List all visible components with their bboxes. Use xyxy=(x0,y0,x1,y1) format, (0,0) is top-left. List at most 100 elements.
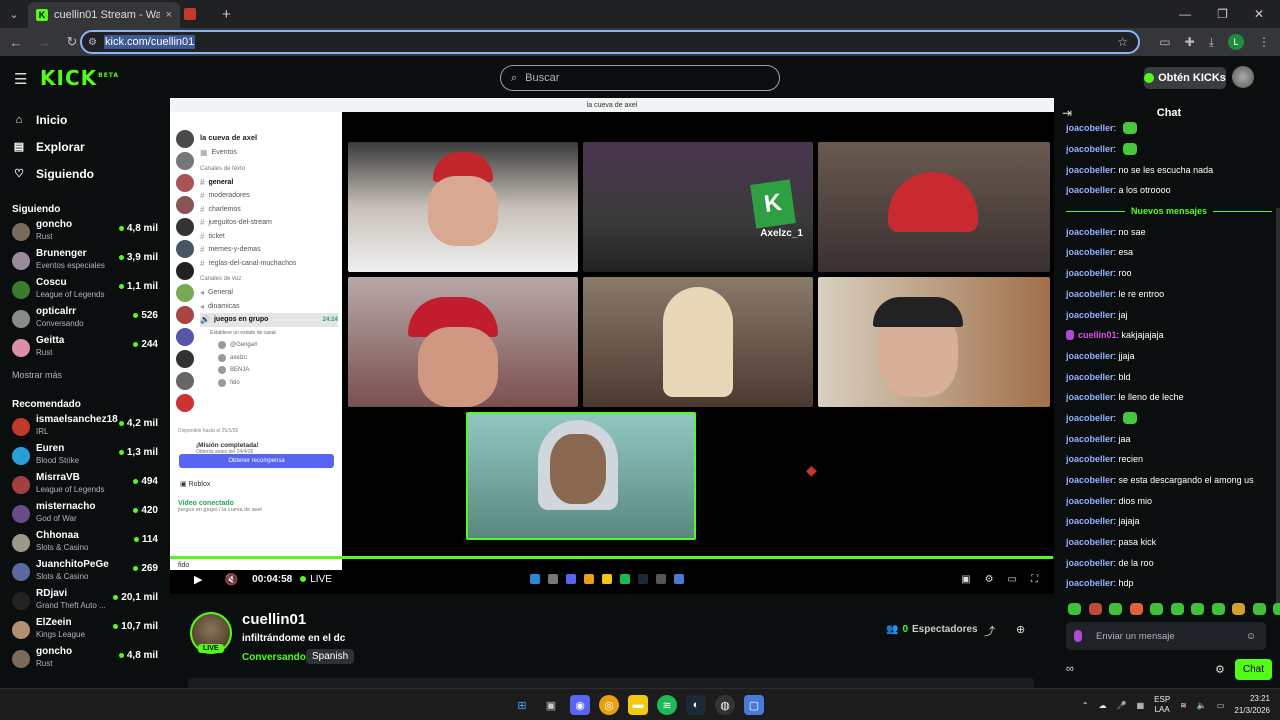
sidebar-channel[interactable]: misternacho God of War 420 xyxy=(0,501,166,530)
user-avatar[interactable] xyxy=(1232,66,1254,88)
chat-username[interactable]: joacobeller xyxy=(1066,496,1114,506)
sidebar-channel[interactable]: Chhonaa Slots & Casino 114 xyxy=(0,530,166,559)
file-explorer-icon[interactable]: ▬ xyxy=(628,695,648,715)
chat-username[interactable]: joacobeller xyxy=(1066,475,1114,485)
chat-username[interactable]: joacobeller xyxy=(1066,268,1114,278)
steam-icon[interactable]: ◐ xyxy=(686,695,706,715)
sidebar-channel[interactable]: opticalrr Conversando 526 xyxy=(0,306,166,335)
chat-username[interactable]: joacobeller xyxy=(1066,351,1114,361)
get-kicks-button[interactable]: Obtén KICKs xyxy=(1144,67,1226,89)
new-tab-button[interactable]: + xyxy=(222,6,231,23)
chat-username[interactable]: joacobeller xyxy=(1066,516,1114,526)
video-player[interactable]: la cueva de axel la cueva de axel ▦ Event… xyxy=(170,98,1054,594)
mute-icon[interactable]: 🔇 xyxy=(224,573,238,586)
emote-icon[interactable] xyxy=(1170,603,1184,615)
chat-username[interactable]: joacobeller xyxy=(1066,537,1114,547)
emote-icon[interactable] xyxy=(1211,603,1225,615)
emote-icon[interactable] xyxy=(1068,603,1081,615)
task-view-icon[interactable]: ▣ xyxy=(541,695,561,715)
discord-icon[interactable]: ◉ xyxy=(570,695,590,715)
emote-icon[interactable] xyxy=(1088,603,1102,615)
browser-tab-kick[interactable]: K cuellin01 Stream - Watch Live o × xyxy=(28,2,180,28)
fullscreen-icon[interactable]: ⛶ xyxy=(1031,574,1038,585)
tray-chevron-icon[interactable]: ⌃ xyxy=(1082,701,1089,710)
emote-icon[interactable] xyxy=(1109,603,1122,615)
emote-icon[interactable] xyxy=(1191,603,1204,615)
app-icon[interactable]: ▢ xyxy=(744,695,764,715)
search-input[interactable]: ⌕ Buscar xyxy=(500,65,780,91)
extensions-icon[interactable]: ✚ xyxy=(1185,35,1195,49)
chat-username[interactable]: joacobeller xyxy=(1066,454,1114,464)
share-icon[interactable]: ⤴ xyxy=(984,623,995,639)
tab-close-icon[interactable]: × xyxy=(166,9,172,21)
forward-icon[interactable]: → xyxy=(32,35,56,50)
maximize-icon[interactable]: ❐ xyxy=(1217,7,1228,21)
stream-category[interactable]: Conversando xyxy=(242,652,306,663)
url-text[interactable]: kick.com/cuellin01 xyxy=(104,35,196,49)
mic-icon[interactable]: 🎤 xyxy=(1117,701,1127,710)
settings-icon[interactable]: ⚙ xyxy=(985,574,994,585)
sidebar-channel[interactable]: MisrraVB League of Legends 494 xyxy=(0,472,166,501)
language-tag[interactable]: Spanish xyxy=(306,649,355,664)
emote-icon[interactable] xyxy=(1129,603,1143,615)
app-icon[interactable]: ◍ xyxy=(715,695,735,715)
chrome-icon[interactable]: ◎ xyxy=(599,695,619,715)
emote-icon[interactable] xyxy=(1252,603,1266,615)
sidebar-channel[interactable]: Brunenger Eventos especiales 3,9 mil xyxy=(0,248,166,277)
windows-start-icon[interactable]: ⊞ xyxy=(512,695,532,715)
clock[interactable]: 23:21 21/3/2026 xyxy=(1234,693,1270,717)
chat-username[interactable]: joacobeller xyxy=(1066,413,1114,423)
kicks-points-icon[interactable]: ∞ xyxy=(1066,663,1074,675)
bookmark-star-icon[interactable]: ☆ xyxy=(1117,35,1128,49)
browser-tab-2[interactable] xyxy=(184,4,214,24)
sidebar-channel[interactable]: Geitta Rust 244 xyxy=(0,335,166,364)
chat-username[interactable]: joacobeller xyxy=(1066,310,1114,320)
chat-username[interactable]: cuellin01 xyxy=(1078,330,1117,340)
add-user-icon[interactable]: ⊕ xyxy=(1016,623,1025,636)
emoji-picker-icon[interactable]: ☺ xyxy=(1246,631,1256,642)
battery-icon[interactable]: ▭ xyxy=(1217,701,1225,710)
nav-home[interactable]: ⌂ Inicio xyxy=(0,106,166,133)
nav-following[interactable]: ♡ Siguiendo xyxy=(0,160,166,187)
volume-icon[interactable]: 🔈 xyxy=(1197,701,1207,710)
tray-icon[interactable]: ▦ xyxy=(1137,701,1145,710)
close-window-icon[interactable]: ✕ xyxy=(1254,7,1264,21)
wifi-icon[interactable]: ≋ xyxy=(1180,701,1187,710)
chat-message-input[interactable]: Enviar un mensaje ☺ xyxy=(1066,622,1266,650)
address-bar[interactable]: ⚙ kick.com/cuellin01 ☆ xyxy=(80,30,1140,54)
sidebar-channel[interactable]: Euren Blood Strike 1,3 mil xyxy=(0,443,166,472)
chat-username[interactable]: joacobeller xyxy=(1066,227,1114,237)
back-icon[interactable]: ← xyxy=(4,35,28,50)
chat-settings-icon[interactable]: ⚙ xyxy=(1215,663,1225,676)
chat-username[interactable]: joacobeller xyxy=(1066,289,1114,299)
tray-app-icon[interactable]: ☁ xyxy=(1099,701,1107,710)
minimize-icon[interactable]: — xyxy=(1179,7,1191,21)
chat-username[interactable]: joacobeller xyxy=(1066,247,1114,257)
site-info-icon[interactable]: ⚙ xyxy=(88,37,104,48)
download-icon[interactable]: ⤓ xyxy=(1209,35,1214,50)
sidebar-channel[interactable]: goncho Rust 4,8 mil xyxy=(0,646,166,675)
theater-mode-icon[interactable]: ▣ xyxy=(961,574,970,585)
sidebar-channel[interactable]: Coscu League of Legends 1,1 mil xyxy=(0,277,166,306)
sidebar-channel[interactable]: ElZeein Kings League 10,7 mil xyxy=(0,617,166,646)
chat-username[interactable]: joacobeller xyxy=(1066,165,1114,175)
kick-logo[interactable]: KICKBETA xyxy=(40,66,119,90)
input-language[interactable]: ESP LAA xyxy=(1154,695,1170,715)
sidebar-channel[interactable]: JuanchitoPeGe Slots & Casino 269 xyxy=(0,559,166,588)
chat-scrollbar[interactable] xyxy=(1276,208,1280,608)
sidebar-channel[interactable]: RDjavi Grand Theft Auto ... 20,1 mil xyxy=(0,588,166,617)
streamer-name[interactable]: cuellin01 xyxy=(242,611,306,628)
tab-search-icon-2[interactable]: ▭ xyxy=(1159,35,1170,49)
send-chat-button[interactable]: Chat xyxy=(1234,658,1272,680)
live-indicator[interactable]: LIVE xyxy=(300,574,332,585)
chat-username[interactable]: joacobeller xyxy=(1066,144,1114,154)
chat-username[interactable]: joacobeller xyxy=(1066,123,1114,133)
tab-search-icon[interactable]: ⌄ xyxy=(4,4,24,24)
chat-username[interactable]: joacobeller xyxy=(1066,434,1114,444)
profile-avatar[interactable]: L xyxy=(1228,34,1244,50)
sidebar-channel[interactable]: goncho Rust 4,8 mil xyxy=(0,219,166,248)
chat-username[interactable]: joacobeller xyxy=(1066,578,1114,588)
emote-icon[interactable] xyxy=(1273,603,1280,615)
nav-explore[interactable]: ▤ Explorar xyxy=(0,133,166,160)
pip-icon[interactable]: ▭ xyxy=(1008,574,1017,585)
